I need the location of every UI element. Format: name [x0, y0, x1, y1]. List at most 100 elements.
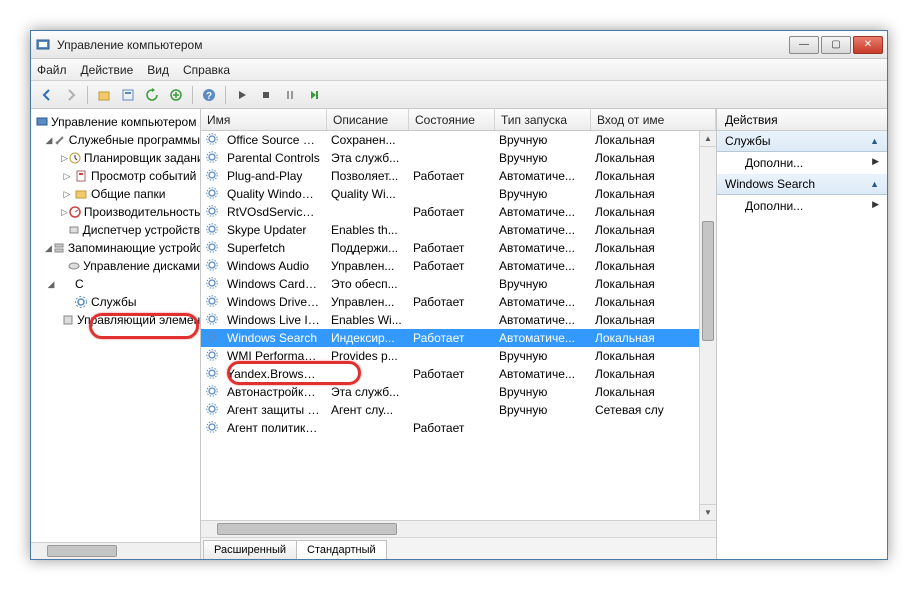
col-state[interactable]: Состояние	[409, 109, 495, 130]
service-row[interactable]: SuperfetchПоддержи...РаботаетАвтоматиче.…	[201, 239, 699, 257]
service-row[interactable]: Агент защиты сет...Агент слу...ВручнуюСе…	[201, 401, 699, 419]
cell-logon: Локальная	[591, 241, 699, 255]
cell-name: RtVOsdService Ins...	[223, 205, 327, 219]
up-button[interactable]	[94, 85, 114, 105]
tree-wmi[interactable]: Управляющий элемен	[31, 311, 200, 329]
tab-standard[interactable]: Стандартный	[296, 540, 387, 559]
scrollbar-thumb[interactable]	[217, 523, 397, 535]
device-icon	[67, 222, 81, 238]
grid-hscrollbar[interactable]	[201, 520, 716, 537]
actions-more-1[interactable]: Дополни...▶	[717, 152, 887, 174]
tree-root[interactable]: Управление компьютером (л	[31, 113, 200, 131]
service-row[interactable]: Plug-and-PlayПозволяет...РаботаетАвтомат…	[201, 167, 699, 185]
stop-button[interactable]	[256, 85, 276, 105]
close-button[interactable]: ✕	[853, 36, 883, 54]
tree-task-scheduler[interactable]: ▷Планировщик заданий	[31, 149, 200, 167]
service-row[interactable]: Windows Driver F...Управлен...РаботаетАв…	[201, 293, 699, 311]
service-row[interactable]: Yandex.Browser U...РаботаетАвтоматиче...…	[201, 365, 699, 383]
service-row[interactable]: Parental ControlsЭта служб...ВручнуюЛока…	[201, 149, 699, 167]
cell-desc: Эта служб...	[327, 385, 409, 399]
expand-icon[interactable]: ▷	[61, 171, 73, 182]
tree-services[interactable]: Службы	[31, 293, 200, 311]
play-button[interactable]	[232, 85, 252, 105]
collapse-icon[interactable]: ◢	[45, 243, 52, 254]
cell-logon: Локальная	[591, 385, 699, 399]
collapse-icon[interactable]: ◢	[45, 279, 57, 290]
tree-label: Управляющий элемен	[77, 313, 200, 327]
grid-body: Office Source Engi...Сохранен...ВручнуюЛ…	[201, 131, 716, 520]
cell-start: Автоматиче...	[495, 169, 591, 183]
col-name[interactable]: Имя	[201, 109, 327, 130]
tree-storage[interactable]: ◢Запоминающие устройст	[31, 239, 200, 257]
service-icon	[205, 168, 221, 184]
menu-action[interactable]: Действие	[81, 63, 134, 77]
scrollbar-thumb[interactable]	[702, 221, 714, 341]
perf-icon	[68, 204, 82, 220]
tab-extended[interactable]: Расширенный	[203, 540, 297, 559]
expand-icon[interactable]: ▷	[61, 207, 68, 218]
cell-name: Автонастройка W...	[223, 385, 327, 399]
service-row[interactable]: Windows CardSpa...Это обесп...ВручнуюЛок…	[201, 275, 699, 293]
minimize-button[interactable]: —	[789, 36, 819, 54]
cell-start: Автоматиче...	[495, 241, 591, 255]
grid-header: Имя Описание Состояние Тип запуска Вход …	[201, 109, 716, 131]
service-row[interactable]: WMI Performance...Provides p...ВручнуюЛо…	[201, 347, 699, 365]
restart-button[interactable]	[304, 85, 324, 105]
actions-section-selected[interactable]: Windows Search▲	[717, 174, 887, 195]
menu-view[interactable]: Вид	[147, 63, 169, 77]
forward-button[interactable]	[61, 85, 81, 105]
cell-logon: Локальная	[591, 259, 699, 273]
tree-disk-management[interactable]: Управление дисками	[31, 257, 200, 275]
col-start[interactable]: Тип запуска	[495, 109, 591, 130]
actions-section-services[interactable]: Службы▲	[717, 131, 887, 152]
services-apps-icon	[57, 276, 73, 292]
service-row[interactable]: Office Source Engi...Сохранен...ВручнуюЛ…	[201, 131, 699, 149]
tree-system-tools[interactable]: ◢Служебные программы	[31, 131, 200, 149]
separator	[225, 86, 226, 104]
cell-state: Работает	[409, 241, 495, 255]
pause-button[interactable]	[280, 85, 300, 105]
maximize-button[interactable]: ▢	[821, 36, 851, 54]
tree-hscrollbar[interactable]	[31, 542, 200, 559]
cell-desc: Управлен...	[327, 295, 409, 309]
service-row[interactable]: Автонастройка W...Эта служб...ВручнуюЛок…	[201, 383, 699, 401]
cell-name: Агент защиты сет...	[223, 403, 327, 417]
back-button[interactable]	[37, 85, 57, 105]
col-logon[interactable]: Вход от име	[591, 109, 716, 130]
service-icon	[205, 294, 221, 310]
service-row[interactable]: Агент политики I...Работает	[201, 419, 699, 437]
collapse-icon[interactable]: ◢	[45, 135, 53, 146]
expand-icon[interactable]: ▷	[61, 153, 68, 164]
scroll-down-button[interactable]: ▼	[700, 504, 716, 520]
menu-file[interactable]: Файл	[37, 63, 67, 77]
refresh-button[interactable]	[142, 85, 162, 105]
service-row[interactable]: Windows SearchИндексир...РаботаетАвтомат…	[201, 329, 699, 347]
help-button[interactable]: ?	[199, 85, 219, 105]
tree-label: С	[75, 277, 84, 291]
grid-vscrollbar[interactable]: ▲ ▼	[699, 131, 716, 520]
collapse-arrow-icon: ▲	[870, 179, 879, 189]
tree-shared-folders[interactable]: ▷Общие папки	[31, 185, 200, 203]
cell-state: Работает	[409, 421, 495, 435]
cell-logon: Локальная	[591, 133, 699, 147]
tree-event-viewer[interactable]: ▷Просмотр событий	[31, 167, 200, 185]
scroll-up-button[interactable]: ▲	[700, 131, 716, 147]
tree-label: Службы	[91, 295, 136, 309]
menubar: Файл Действие Вид Справка	[31, 59, 887, 81]
tree-services-apps[interactable]: ◢С	[31, 275, 200, 293]
service-row[interactable]: Windows Live ID S...Enables Wi...Автомат…	[201, 311, 699, 329]
tree-device-manager[interactable]: Диспетчер устройств	[31, 221, 200, 239]
service-row[interactable]: RtVOsdService Ins...РаботаетАвтоматиче..…	[201, 203, 699, 221]
expand-icon[interactable]: ▷	[61, 189, 73, 200]
tree-performance[interactable]: ▷Производительность	[31, 203, 200, 221]
menu-help[interactable]: Справка	[183, 63, 230, 77]
col-desc[interactable]: Описание	[327, 109, 409, 130]
service-row[interactable]: Skype UpdaterEnables th...Автоматиче...Л…	[201, 221, 699, 239]
collapse-arrow-icon: ▲	[870, 136, 879, 146]
scrollbar-thumb[interactable]	[47, 545, 117, 557]
properties-button[interactable]	[118, 85, 138, 105]
service-row[interactable]: Windows AudioУправлен...РаботаетАвтомати…	[201, 257, 699, 275]
service-row[interactable]: Quality Windows ...Quality Wi...ВручнуюЛ…	[201, 185, 699, 203]
actions-more-2[interactable]: Дополни...▶	[717, 195, 887, 217]
export-button[interactable]	[166, 85, 186, 105]
